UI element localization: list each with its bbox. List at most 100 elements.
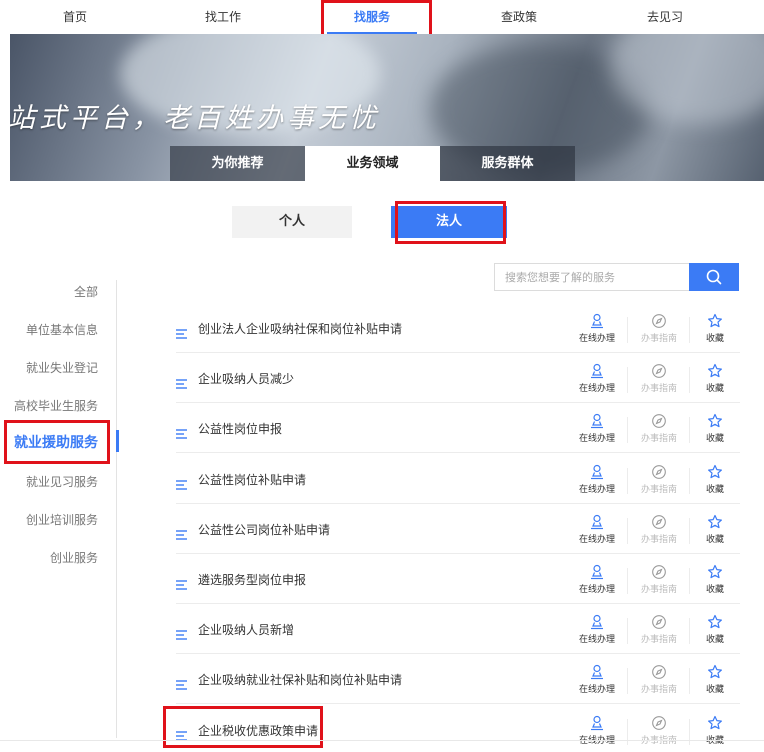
guide-button[interactable]: 办事指南	[634, 514, 684, 548]
service-title[interactable]: 公益性公司岗位补贴申请	[198, 521, 330, 538]
sidebar-item-employment-aid[interactable]: 就业援助服务	[14, 432, 98, 452]
favorite-label: 收藏	[705, 485, 724, 495]
favorite-button[interactable]: 收藏	[690, 464, 740, 498]
online-apply-button[interactable]: 在线办理	[572, 614, 622, 648]
online-apply-button[interactable]: 在线办理	[572, 313, 622, 347]
service-title[interactable]: 遴选服务型岗位申报	[198, 571, 306, 588]
legal-entity-button[interactable]: 法人	[391, 206, 507, 238]
service-title[interactable]: 企业税收优惠政策申请	[198, 722, 318, 739]
guide-button[interactable]: 办事指南	[634, 464, 684, 498]
favorite-button[interactable]: 收藏	[690, 664, 740, 698]
online-apply-label: 在线办理	[578, 334, 615, 344]
favorite-label: 收藏	[705, 434, 724, 444]
service-row[interactable]: 遴选服务型岗位申报在线办理 办事指南 收藏	[176, 554, 740, 604]
action-separator	[627, 468, 628, 494]
sidebar-item-startup-services[interactable]: 创业服务	[50, 549, 98, 566]
list-lines-icon	[176, 475, 188, 490]
stamp-icon	[589, 464, 605, 480]
service-row[interactable]: 创业法人企业吸纳社保和岗位补贴申请在线办理 办事指南 收藏	[176, 303, 740, 353]
favorite-button[interactable]: 收藏	[690, 514, 740, 548]
stamp-icon	[589, 363, 605, 379]
sidebar-item-internship-services[interactable]: 就业见习服务	[26, 473, 98, 490]
service-row[interactable]: 公益性岗位申报 在线办理 办事指南 收藏	[176, 403, 740, 453]
compass-icon	[651, 413, 667, 429]
service-title[interactable]: 公益性岗位补贴申请	[198, 471, 306, 488]
guide-button[interactable]: 办事指南	[634, 413, 684, 447]
guide-button[interactable]: 办事指南	[634, 664, 684, 698]
favorite-button[interactable]: 收藏	[690, 715, 740, 749]
guide-button[interactable]: 办事指南	[634, 313, 684, 347]
online-apply-button[interactable]: 在线办理	[572, 564, 622, 598]
list-lines-icon	[176, 726, 188, 741]
online-apply-button[interactable]: 在线办理	[572, 664, 622, 698]
hero-banner: 站式平台，老百姓办事无忧 为你推荐 业务领域 服务群体	[10, 34, 764, 181]
service-row[interactable]: 公益性公司岗位补贴申请在线办理 办事指南 收藏	[176, 504, 740, 554]
favorite-button[interactable]: 收藏	[690, 363, 740, 397]
service-row[interactable]: 企业吸纳就业社保补贴和岗位补贴申请 在线办理 办事指南 收藏	[176, 654, 740, 704]
personal-button[interactable]: 个人	[232, 206, 352, 238]
sidebar-item-graduate-services[interactable]: 高校毕业生服务	[14, 397, 98, 414]
guide-button[interactable]: 办事指南	[634, 363, 684, 397]
action-separator	[627, 618, 628, 644]
list-lines-icon	[176, 525, 188, 540]
favorite-button[interactable]: 收藏	[690, 564, 740, 598]
nav-home[interactable]: 首页	[40, 0, 110, 34]
stamp-icon	[589, 664, 605, 680]
star-icon	[707, 514, 723, 530]
favorite-button[interactable]: 收藏	[690, 413, 740, 447]
sidebar-item-startup-training[interactable]: 创业培训服务	[26, 511, 98, 528]
favorite-button[interactable]: 收藏	[690, 614, 740, 648]
service-row[interactable]: 企业吸纳人员新增 在线办理 办事指南 收藏	[176, 604, 740, 654]
star-icon	[707, 313, 723, 329]
favorite-label: 收藏	[705, 334, 724, 344]
tab-service-groups[interactable]: 服务群体	[440, 146, 575, 181]
stamp-icon	[589, 614, 605, 630]
service-title[interactable]: 企业吸纳人员减少	[198, 370, 294, 387]
sidebar-item-unit-info[interactable]: 单位基本信息	[26, 321, 98, 338]
action-separator	[627, 668, 628, 694]
guide-button[interactable]: 办事指南	[634, 564, 684, 598]
list-lines-icon	[176, 625, 188, 640]
online-apply-button[interactable]: 在线办理	[572, 715, 622, 749]
action-separator	[627, 518, 628, 544]
service-title[interactable]: 企业吸纳就业社保补贴和岗位补贴申请	[198, 671, 402, 688]
action-separator	[627, 568, 628, 594]
online-apply-button[interactable]: 在线办理	[572, 464, 622, 498]
online-apply-label: 在线办理	[578, 585, 615, 595]
service-title[interactable]: 公益性岗位申报	[198, 420, 282, 437]
list-lines-icon	[176, 675, 188, 690]
nav-check-policy[interactable]: 查政策	[484, 0, 554, 34]
favorite-button[interactable]: 收藏	[690, 313, 740, 347]
search-button[interactable]	[689, 263, 739, 291]
favorite-label: 收藏	[705, 585, 724, 595]
action-separator	[627, 367, 628, 393]
page-bottom-divider	[0, 740, 764, 741]
service-row[interactable]: 公益性岗位补贴申请 在线办理 办事指南 收藏	[176, 454, 740, 504]
compass-icon	[651, 514, 667, 530]
sidebar-item-all[interactable]: 全部	[74, 283, 98, 300]
compass-icon	[651, 715, 667, 731]
online-apply-button[interactable]: 在线办理	[572, 363, 622, 397]
nav-find-job[interactable]: 找工作	[188, 0, 258, 34]
nav-find-service[interactable]: 找服务	[327, 0, 417, 34]
service-row[interactable]: 企业税收优惠政策申请 在线办理 办事指南 收藏	[176, 705, 740, 752]
stamp-icon	[589, 413, 605, 429]
sidebar-divider	[116, 280, 117, 738]
action-separator	[627, 417, 628, 443]
service-title[interactable]: 企业吸纳人员新增	[198, 621, 294, 638]
search-input[interactable]	[494, 263, 690, 291]
tab-recommend[interactable]: 为你推荐	[170, 146, 305, 181]
compass-icon	[651, 313, 667, 329]
star-icon	[707, 564, 723, 580]
online-apply-button[interactable]: 在线办理	[572, 413, 622, 447]
online-apply-button[interactable]: 在线办理	[572, 514, 622, 548]
sidebar-item-employment-registration[interactable]: 就业失业登记	[26, 359, 98, 376]
service-title[interactable]: 创业法人企业吸纳社保和岗位补贴申请	[198, 320, 402, 337]
online-apply-label: 在线办理	[578, 535, 615, 545]
tab-business-domain[interactable]: 业务领域	[305, 146, 440, 181]
guide-button[interactable]: 办事指南	[634, 715, 684, 749]
category-sidebar: 全部 单位基本信息 就业失业登记 高校毕业生服务 就业援助服务 就业见习服务 创…	[0, 280, 118, 740]
service-row[interactable]: 企业吸纳人员减少 在线办理 办事指南 收藏	[176, 353, 740, 403]
nav-internship[interactable]: 去见习	[630, 0, 700, 34]
guide-button[interactable]: 办事指南	[634, 614, 684, 648]
